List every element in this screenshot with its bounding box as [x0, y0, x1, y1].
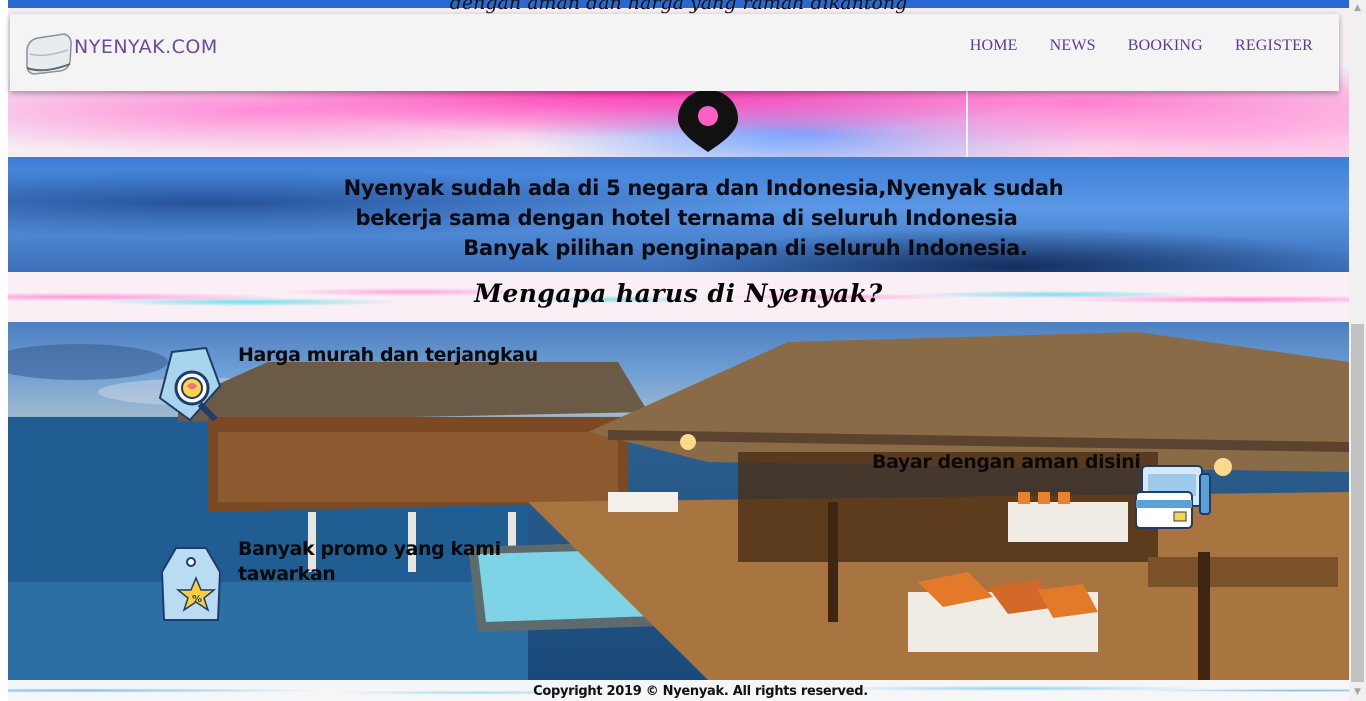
feature-promo-line-2: tawarkan [238, 563, 336, 585]
scroll-up-arrow-icon[interactable]: ▲ [1349, 0, 1366, 17]
why-title: Mengapa harus di Nyenyak? [474, 279, 883, 308]
nav-news-link[interactable]: NEWS [1050, 37, 1096, 55]
feature-cheap-text: Harga murah dan terjangkau [238, 344, 538, 366]
info-line-2: bekerja sama dengan hotel ternama di sel… [355, 206, 1018, 230]
svg-text:%: % [192, 594, 202, 605]
scroll-down-arrow-icon[interactable]: ▼ [1349, 684, 1366, 701]
payment-cards-icon [1135, 465, 1211, 529]
nav-register-link[interactable]: REGISTER [1235, 37, 1313, 55]
feature-payment-text: Bayar dengan aman disini [872, 451, 1141, 473]
info-line-1: Nyenyak sudah ada di 5 negara dan Indone… [343, 176, 1064, 200]
vertical-scrollbar[interactable]: ▲ ▼ [1349, 0, 1366, 701]
nav-home-link[interactable]: HOME [970, 37, 1018, 55]
footer-copyright: Copyright 2019 © Nyenyak. All rights res… [533, 684, 868, 699]
nav-menu: HOME NEWS BOOKING REGISTER [970, 37, 1313, 55]
promo-tag-star-icon: % [160, 547, 222, 621]
resort-background-image: Harga murah dan terjangkau % Banyak prom… [8, 322, 1349, 680]
page-content: dengan aman dan harga yang ramah dikanto… [8, 0, 1349, 701]
pillow-logo-icon [26, 33, 72, 75]
nav-booking-link[interactable]: BOOKING [1128, 37, 1203, 55]
feature-promo-line-1: Banyak promo yang kami [238, 538, 501, 560]
info-line-3: Banyak pilihan penginapan di seluruh Ind… [463, 236, 1028, 260]
hero-divider [966, 90, 968, 157]
why-section: Mengapa harus di Nyenyak? [8, 272, 1349, 322]
top-navbar: NYENYAK.COM HOME NEWS BOOKING REGISTER [10, 14, 1339, 91]
brand-logo[interactable]: NYENYAK.COM [24, 28, 218, 78]
brand-name: NYENYAK.COM [74, 36, 218, 58]
scroll-thumb[interactable] [1351, 324, 1364, 682]
price-tag-magnifier-icon [158, 346, 222, 422]
map-pin-icon [678, 90, 738, 152]
hero-tagline: dengan aman dan harga yang ramah dikanto… [449, 0, 908, 14]
feature-promo-text: Banyak promo yang kami tawarkan [238, 537, 501, 587]
footer: Copyright 2019 © Nyenyak. All rights res… [8, 680, 1349, 701]
info-section: Nyenyak sudah ada di 5 negara dan Indone… [8, 157, 1349, 272]
